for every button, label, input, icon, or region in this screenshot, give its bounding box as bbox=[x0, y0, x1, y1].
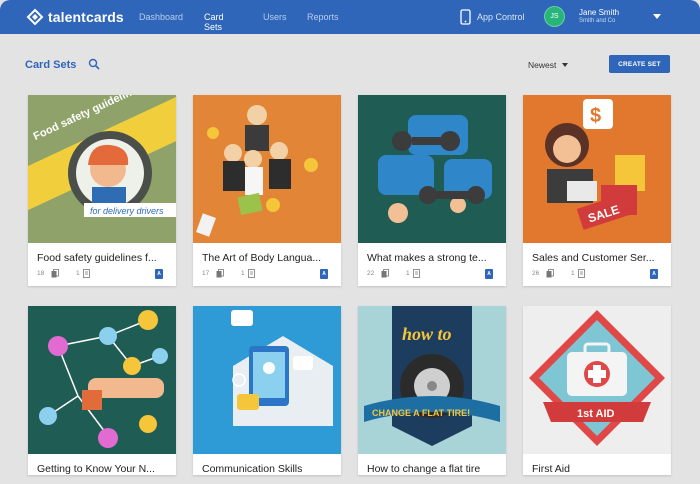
search-icon[interactable] bbox=[88, 58, 100, 70]
nav-dashboard[interactable]: Dashboard bbox=[139, 12, 183, 22]
logo-text: talentcards bbox=[48, 9, 124, 25]
card-image-network bbox=[28, 306, 176, 454]
card-count: 22 bbox=[367, 270, 375, 277]
top-navigation-bar: talentcards Dashboard Card Sets Users Re… bbox=[0, 0, 700, 34]
card-image-food-safety: Food safety guidelines for delivery driv… bbox=[28, 95, 176, 243]
card-title: Communication Skills bbox=[202, 463, 303, 475]
card-count: 18 bbox=[37, 270, 45, 277]
card-meta: 26 1 A bbox=[523, 264, 671, 286]
card-image-body-language bbox=[193, 95, 341, 243]
language-badge: A bbox=[485, 269, 493, 279]
how-to-text: how to bbox=[402, 324, 452, 344]
card-title: Getting to Know Your N... bbox=[37, 463, 155, 475]
card-title: First Aid bbox=[532, 463, 570, 475]
card-image-communication bbox=[193, 306, 341, 454]
cards-icon bbox=[216, 269, 224, 278]
chevron-down-icon[interactable] bbox=[653, 14, 661, 19]
sort-value: Newest bbox=[528, 60, 557, 70]
user-menu[interactable]: Jane Smith Smith and Co bbox=[579, 8, 619, 24]
cards-icon bbox=[381, 269, 389, 278]
dollar-glyph: $ bbox=[590, 105, 601, 127]
card-set[interactable]: The Art of Body Langua... 17 1 A bbox=[193, 95, 341, 286]
language-badge: A bbox=[155, 269, 163, 279]
chevron-down-icon bbox=[562, 63, 569, 67]
avatar[interactable]: JS bbox=[544, 6, 565, 27]
card-set[interactable]: Getting to Know Your N... bbox=[28, 306, 176, 475]
app-control-link[interactable]: App Control bbox=[460, 9, 525, 25]
app-control-label: App Control bbox=[477, 12, 525, 22]
card-set[interactable]: Food safety guidelines for delivery driv… bbox=[28, 95, 176, 286]
food-ribbon-text: for delivery drivers bbox=[90, 206, 164, 216]
nav-card-sets[interactable]: Card Sets bbox=[204, 12, 224, 32]
card-title: Sales and Customer Ser... bbox=[532, 252, 655, 264]
test-icon bbox=[83, 269, 90, 278]
card-set[interactable]: how to CHANGE A FLAT TIRE! How to change… bbox=[358, 306, 506, 475]
test-count: 1 bbox=[241, 270, 245, 277]
phone-icon bbox=[460, 9, 471, 25]
first-aid-text: 1st AID bbox=[577, 408, 615, 420]
app-window: talentcards Dashboard Card Sets Users Re… bbox=[0, 0, 700, 484]
nav-users[interactable]: Users bbox=[263, 12, 287, 22]
test-icon bbox=[578, 269, 585, 278]
user-name: Jane Smith bbox=[579, 8, 620, 17]
cards-icon bbox=[51, 269, 59, 278]
language-badge: A bbox=[320, 269, 328, 279]
card-count: 17 bbox=[202, 270, 210, 277]
card-set[interactable]: What makes a strong te... 22 1 A bbox=[358, 95, 506, 286]
create-set-button[interactable]: CREATE SET bbox=[609, 55, 670, 73]
nav-reports[interactable]: Reports bbox=[307, 12, 339, 22]
card-set[interactable]: $ SALE Sales and Customer Ser... 26 1 A bbox=[523, 95, 671, 286]
card-meta: 17 1 A bbox=[193, 264, 341, 286]
talentcards-logo-icon bbox=[26, 8, 44, 26]
cards-icon bbox=[546, 269, 554, 278]
card-title: Food safety guidelines f... bbox=[37, 252, 157, 264]
test-count: 1 bbox=[406, 270, 410, 277]
test-icon bbox=[248, 269, 255, 278]
card-title: How to change a flat tire bbox=[367, 463, 481, 475]
logo[interactable]: talentcards bbox=[26, 8, 124, 26]
card-image-sales: $ SALE bbox=[523, 95, 671, 243]
card-image-strong-team bbox=[358, 95, 506, 243]
card-title: What makes a strong te... bbox=[367, 252, 487, 264]
card-title: The Art of Body Langua... bbox=[202, 252, 322, 264]
test-count: 1 bbox=[571, 270, 575, 277]
sort-dropdown[interactable]: Newest bbox=[528, 60, 569, 70]
page-title: Card Sets bbox=[25, 59, 77, 71]
card-meta: 18 1 A bbox=[28, 264, 176, 286]
language-badge: A bbox=[650, 269, 658, 279]
card-set[interactable]: Communication Skills bbox=[193, 306, 341, 475]
user-org: Smith and Co bbox=[579, 18, 616, 24]
card-count: 26 bbox=[532, 270, 540, 277]
card-image-first-aid: 1st AID bbox=[523, 306, 671, 454]
card-image-flat-tire: how to CHANGE A FLAT TIRE! bbox=[358, 306, 506, 454]
card-set[interactable]: 1st AID First Aid bbox=[523, 306, 671, 475]
test-count: 1 bbox=[76, 270, 80, 277]
card-meta: 22 1 A bbox=[358, 264, 506, 286]
flat-tire-ribbon-text: CHANGE A FLAT TIRE! bbox=[372, 408, 470, 418]
test-icon bbox=[413, 269, 420, 278]
